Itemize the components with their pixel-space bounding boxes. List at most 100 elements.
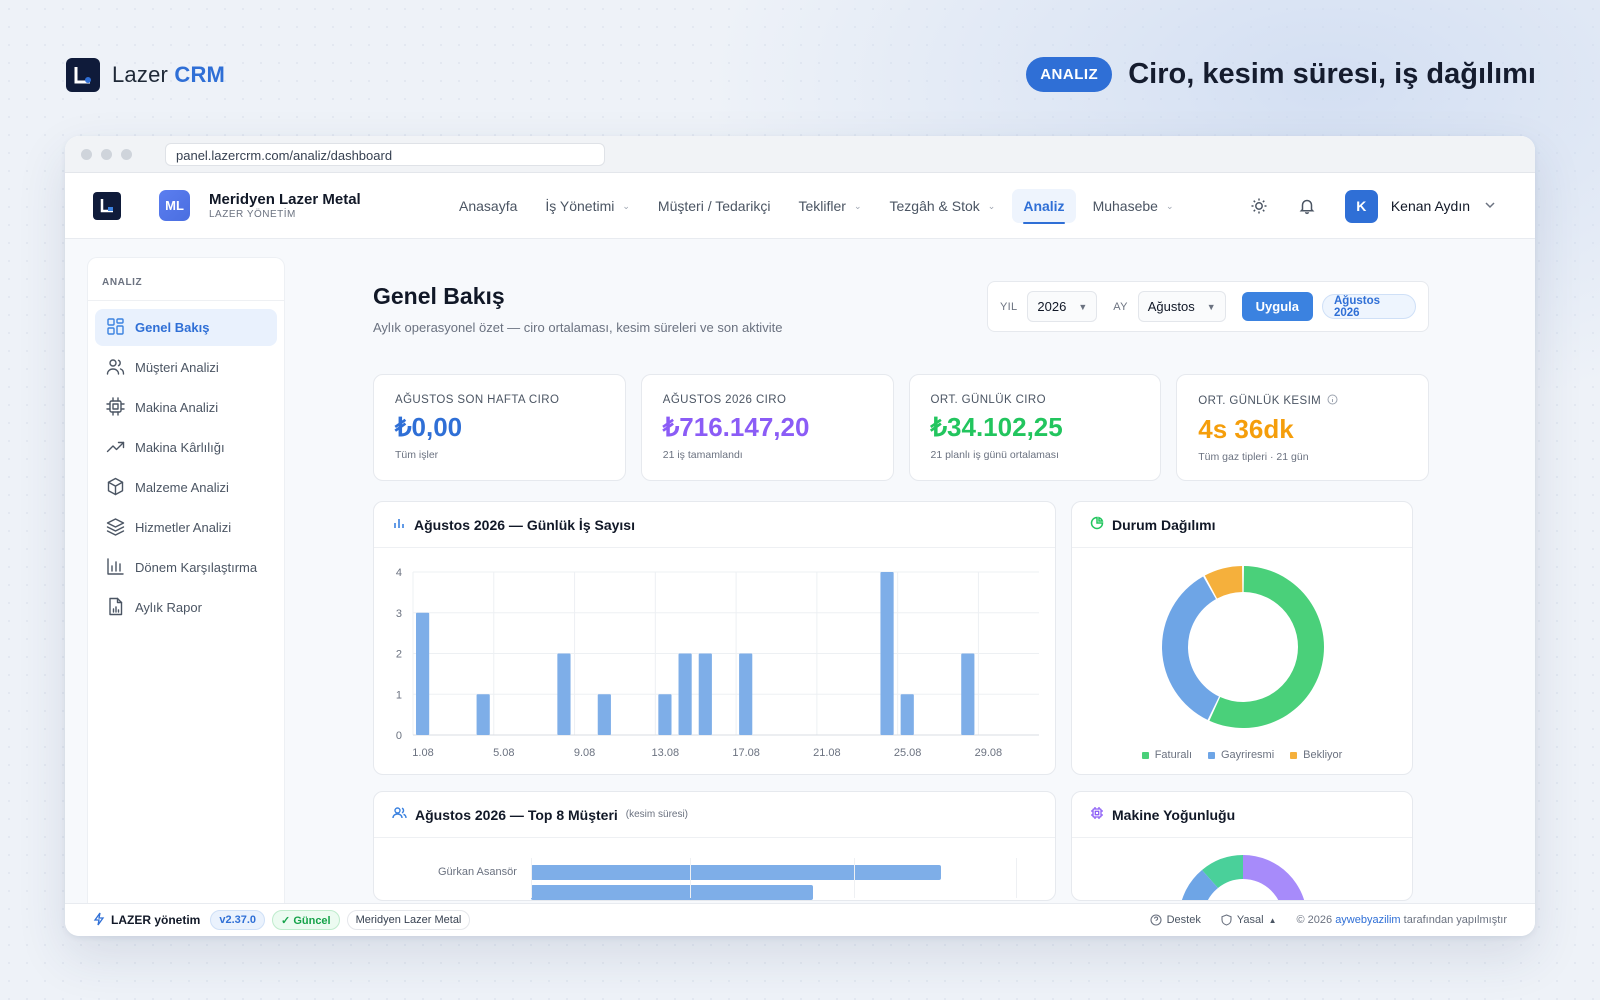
bar-chart-icon	[392, 516, 406, 533]
nav-item-teklifler[interactable]: Teklifler ⌄	[787, 189, 872, 223]
help-circle-icon	[1150, 914, 1162, 926]
y-tick-label: 1	[396, 689, 402, 701]
shield-icon	[1221, 914, 1232, 926]
bar[interactable]	[416, 612, 430, 735]
notification-bell-icon[interactable]	[1295, 194, 1319, 218]
app-logo-icon[interactable]	[93, 191, 121, 220]
support-link[interactable]: Destek	[1150, 914, 1201, 926]
sidebar-item-label: Malzeme Analizi	[135, 480, 229, 495]
sidebar-item-dönem-karşılaştırma[interactable]: Dönem Karşılaştırma	[95, 549, 277, 586]
status-distribution-header: Durum Dağılımı	[1072, 502, 1412, 548]
sidebar-item-makina-analizi[interactable]: Makina Analizi	[95, 389, 277, 426]
nav-item-label: İş Yönetimi	[545, 198, 615, 214]
nav-item-tezg-h-stok[interactable]: Tezgâh & Stok ⌄	[879, 189, 1007, 223]
year-select[interactable]: 2026 ▼	[1027, 291, 1098, 322]
top-customers-note: (kesim süresi)	[625, 809, 689, 820]
machine-density-title: Makine Yoğunluğu	[1112, 806, 1236, 823]
kpi-subtext: Tüm işler	[395, 449, 439, 461]
hero-title: Ciro, kesim süresi, iş dağılımı	[1128, 58, 1536, 90]
developer-link[interactable]: aywebyazilim	[1335, 914, 1400, 926]
kpi-value: ₺716.147,20	[662, 412, 810, 442]
app-body: ANALIZ Genel Bakış Müşteri Analizi Makina …	[65, 239, 1535, 903]
nav-item-label: Tezgâh & Stok	[889, 198, 980, 214]
machine-density-header: Makine Yoğunluğu	[1072, 792, 1412, 838]
bar[interactable]	[900, 694, 914, 735]
grid-line	[531, 858, 532, 898]
bar[interactable]	[557, 653, 571, 736]
bar[interactable]	[658, 694, 672, 735]
nav-item-anasayfa[interactable]: Anasayfa	[448, 189, 528, 223]
year-value: 2026	[1037, 299, 1067, 314]
chevron-down-icon: ⌄	[853, 200, 862, 211]
user-name[interactable]: Kenan Aydın	[1391, 198, 1470, 214]
trending-up-icon	[106, 437, 125, 459]
file-chart-icon	[106, 597, 125, 619]
nav-item-label: Teklifler	[798, 198, 846, 214]
sidebar-item-genel-bakış[interactable]: Genel Bakış	[95, 309, 277, 346]
window-dot-close[interactable]	[81, 148, 92, 160]
grid-line	[1016, 858, 1017, 898]
theme-toggle-sun-icon[interactable]	[1247, 194, 1271, 218]
header-actions: K Kenan Aydın	[1247, 173, 1495, 239]
month-select[interactable]: Ağustos ▼	[1137, 291, 1226, 322]
nav-item-muhasebe[interactable]: Muhasebe ⌄	[1082, 189, 1185, 223]
nav-item-i-ş-yönetimi[interactable]: İş Yönetimi ⌄	[534, 189, 641, 223]
sidebar-item-makina-kârlılığı[interactable]: Makina Kârlılığı	[95, 429, 277, 466]
bar[interactable]	[880, 572, 894, 735]
sidebar-item-label: Genel Bakış	[135, 320, 210, 335]
legend-label: Gayriresmi	[1221, 749, 1275, 761]
kpi-label-text: ORT. GÜNLÜK KESIM	[1198, 395, 1322, 407]
y-tick-label: 3	[396, 608, 402, 620]
org-subtitle: LAZER YÖNETİM	[209, 209, 296, 220]
sidebar-item-hizmetler-analizi[interactable]: Hizmetler Analizi	[95, 509, 277, 546]
bar-chart-icon	[106, 557, 125, 579]
sidebar-item-aylık-rapor[interactable]: Aylık Rapor	[95, 589, 277, 626]
year-label: YIL	[1000, 300, 1018, 313]
y-tick-label: 2	[396, 649, 402, 661]
customer-bar	[531, 865, 941, 880]
x-tick-label: 9.08	[574, 747, 595, 759]
y-tick-label: 0	[396, 730, 402, 742]
sidebar-heading: ANALIZ	[88, 258, 284, 301]
daily-jobs-bar-chart: 0 1 2 3 4 1.08 5.08 9.08 13.08 17.08 21.08 25.08 29.…	[396, 567, 1039, 759]
nav-item-analiz[interactable]: Analiz	[1012, 189, 1076, 224]
url-bar[interactable]: panel.lazercrm.com/analiz/dashboard	[165, 142, 605, 166]
bar[interactable]	[678, 653, 692, 736]
daily-jobs-title: Ağustos 2026 — Günlük İş Sayısı	[414, 516, 635, 533]
bar[interactable]	[597, 694, 611, 735]
support-label: Destek	[1166, 914, 1201, 926]
footer-right: Destek Yasal ▲ © 2026 aywebyazilim taraf…	[1150, 914, 1507, 926]
grid-line	[690, 858, 691, 898]
bar[interactable]	[698, 653, 712, 736]
nav-item-müşteri-tedarikçi[interactable]: Müşteri / Tedarikçi	[647, 189, 782, 223]
users-icon	[392, 806, 407, 823]
kpi-label: AĞUSTOS 2026 CIRO	[663, 394, 872, 406]
sidebar-item-müşteri-analizi[interactable]: Müşteri Analizi	[95, 349, 277, 386]
legal-link[interactable]: Yasal ▲	[1221, 914, 1276, 926]
window-dot-maximize[interactable]	[121, 148, 132, 160]
donut-slice[interactable]	[1162, 576, 1219, 720]
chevron-down-icon: ▼	[1078, 301, 1088, 312]
kpi-label: ORT. GÜNLÜK CIRO	[931, 394, 1140, 406]
footer-org-badge: Meridyen Lazer Metal	[346, 910, 471, 930]
bar[interactable]	[961, 653, 975, 736]
user-avatar[interactable]: K	[1344, 189, 1378, 223]
cpu-icon	[106, 396, 125, 419]
legend-swatch	[1208, 751, 1215, 759]
info-icon[interactable]	[1327, 394, 1338, 408]
top-customers-card: Ağustos 2026 — Top 8 Müşteri (kesim süre…	[373, 791, 1056, 901]
org-avatar[interactable]: ML	[159, 190, 190, 221]
machine-density-donut	[1181, 855, 1305, 900]
org-switcher[interactable]: Meridyen Lazer Metal LAZER YÖNETİM	[209, 191, 361, 220]
sidebar-item-malzeme-analizi[interactable]: Malzeme Analizi	[95, 469, 277, 506]
window-dot-minimize[interactable]	[101, 148, 112, 160]
lightning-icon	[93, 912, 105, 929]
bar[interactable]	[739, 653, 753, 736]
grid-line	[854, 858, 855, 898]
apply-button[interactable]: Uygula	[1241, 292, 1313, 321]
legend-item: Faturalı	[1141, 749, 1192, 761]
user-menu-chevron-down-icon[interactable]	[1485, 201, 1495, 212]
bar[interactable]	[476, 694, 490, 735]
x-tick-label: 29.08	[975, 747, 1003, 759]
daily-jobs-header: Ağustos 2026 — Günlük İş Sayısı	[374, 502, 1055, 548]
